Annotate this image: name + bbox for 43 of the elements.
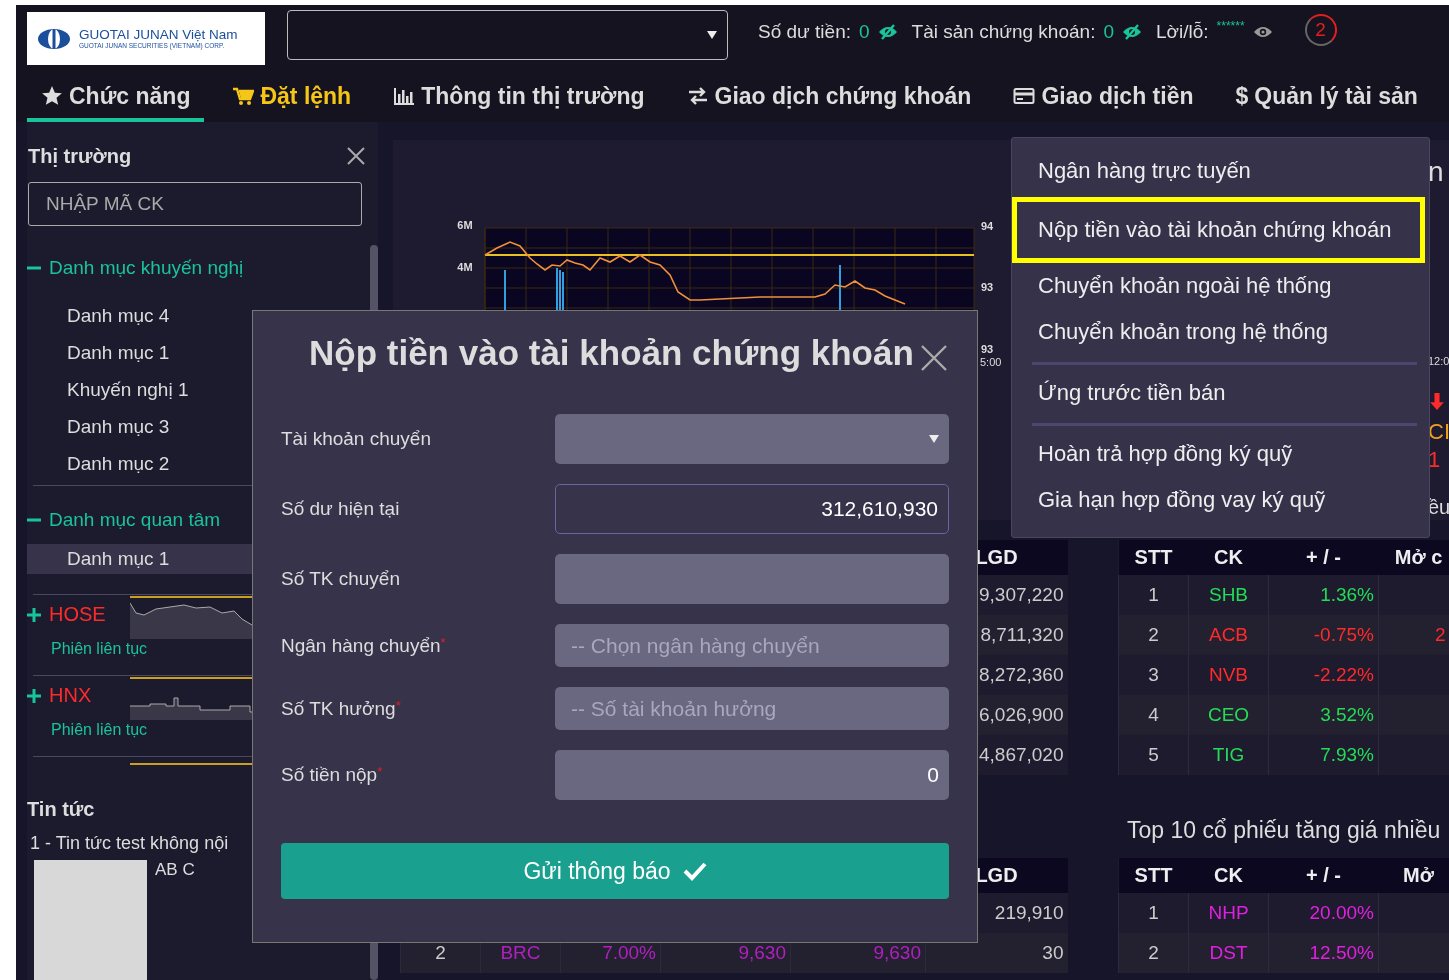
table-cell: TIG — [1188, 735, 1269, 775]
field-label: Số dư hiện tại — [281, 498, 401, 520]
field-label: Số tiền nộp* — [281, 764, 384, 786]
table-cell: DST — [1188, 933, 1269, 973]
table-cell: 2 — [1118, 933, 1189, 973]
table-cell: 7.93% — [1268, 735, 1379, 775]
panel-title: Thị trường — [28, 143, 132, 169]
table-cell: 2 — [1118, 615, 1189, 655]
panel-title: n — [1428, 156, 1445, 188]
axis-label: 94 — [981, 220, 994, 232]
axis-label: 4M — [457, 261, 473, 273]
session-status: Phiên liên tục — [51, 639, 148, 660]
table-cell: 2 — [1378, 615, 1449, 655]
table-cell: 3.52% — [1268, 695, 1379, 735]
field-label: Tài khoản chuyển — [281, 428, 432, 450]
table-cell: 4 — [1118, 695, 1189, 735]
stock-code: CI — [1428, 419, 1449, 445]
field-label: Ngân hàng chuyển* — [281, 634, 447, 657]
dialog-title: Nộp tiền vào tài khoản chứng khoán — [309, 333, 914, 373]
table-cell: -0.75% — [1268, 615, 1379, 655]
balance-label: Tài sản chứng khoán: — [911, 20, 1096, 43]
table-cell: ACB — [1188, 615, 1269, 655]
balance-value: ****** — [1216, 19, 1245, 33]
logo-name: GUOTAI JUNAN Việt Nam — [79, 27, 238, 42]
session-status: Phiên liên tục — [51, 720, 148, 741]
table-title: Top 10 cổ phiếu tăng giá nhiều — [1126, 816, 1442, 845]
table-cell: 5 — [1118, 735, 1189, 775]
stock-value: 1 — [1428, 447, 1442, 473]
balance-label: Số dư tiền: — [758, 20, 851, 43]
table-cell: 12.50% — [1268, 933, 1379, 973]
balance-value: 0 — [859, 20, 870, 43]
axis-label: 6M — [457, 219, 473, 231]
field-label: Số TK hưởng* — [281, 697, 402, 720]
table-cell: CEO — [1188, 695, 1269, 735]
axis-label: 5:00 — [980, 356, 1002, 368]
balance-label: Lời/lỗ: — [1156, 20, 1209, 43]
section-title: Tin tức — [27, 798, 95, 821]
axis-label: 93 — [981, 343, 994, 355]
table-cell: 30 — [925, 933, 1068, 973]
balance-value: 0 — [1103, 20, 1114, 43]
news-summary: AB C — [155, 860, 195, 881]
axis-label: 12:0 — [1428, 355, 1449, 367]
axis-label: 93 — [981, 281, 994, 293]
